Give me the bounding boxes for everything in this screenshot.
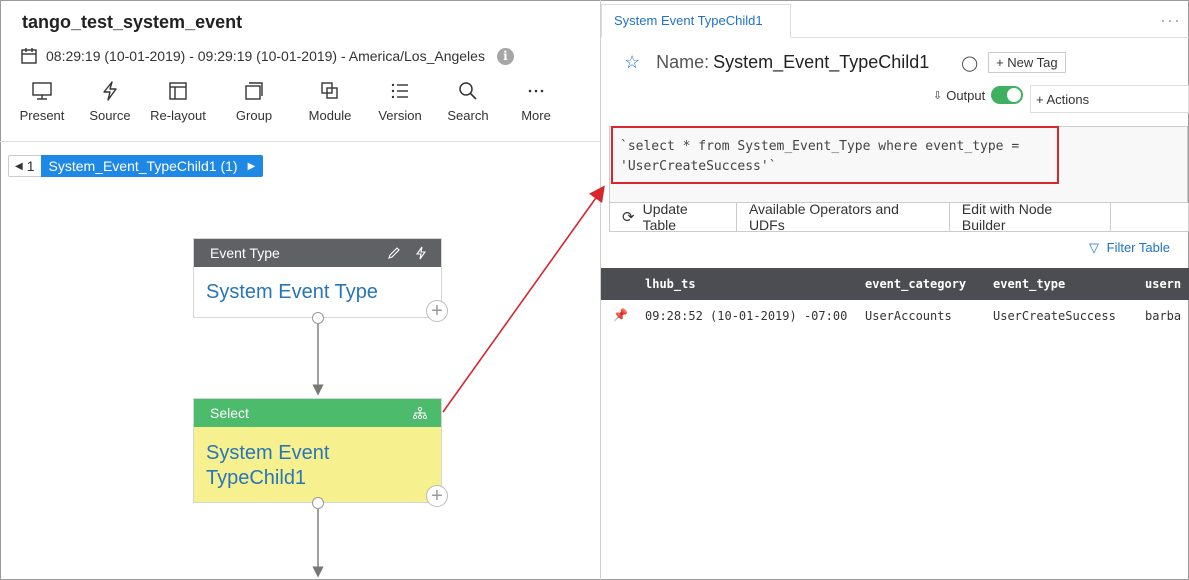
hierarchy-icon[interactable] — [413, 407, 427, 419]
new-tag-button[interactable]: + New Tag — [988, 52, 1066, 73]
cell-username: barba — [1145, 309, 1182, 323]
present-button[interactable]: Present — [12, 80, 72, 123]
filter-icon: ▽ — [1089, 240, 1099, 255]
column-header-username[interactable]: usern — [1145, 277, 1181, 291]
relayout-label: Re-layout — [150, 108, 206, 123]
breadcrumb-current[interactable]: System_Event_TypeChild1 (1) ▶ — [40, 155, 264, 177]
group-icon — [245, 82, 263, 100]
cell-lhub-ts: 09:28:52 (10-01-2019) -07:00 — [645, 309, 848, 323]
add-node-button[interactable]: + — [426, 300, 448, 322]
info-icon[interactable]: i — [496, 47, 514, 65]
update-table-button[interactable]: ⟳ Update Table — [609, 201, 737, 233]
output-toggle-row: ⇩ Output — [933, 86, 1024, 104]
node-title-line1: System Event — [206, 442, 330, 464]
page-title: tango_test_system_event — [22, 12, 243, 32]
monitor-icon — [32, 82, 52, 100]
actions-button[interactable]: + Actions — [1030, 85, 1189, 113]
node-builder-button[interactable]: Edit with Node Builder — [949, 201, 1112, 233]
search-label: Search — [447, 108, 489, 123]
node-title: System Event Type — [206, 281, 378, 303]
editor-button-row: ⟳ Update Table Available Operators and U… — [609, 201, 1189, 233]
column-header-event-type[interactable]: event_type — [993, 277, 1065, 291]
more-label: More — [521, 108, 551, 123]
pin-icon[interactable]: 📌 — [613, 308, 628, 322]
bolt-icon[interactable] — [415, 246, 427, 260]
name-value[interactable]: System_Event_TypeChild1 — [713, 52, 929, 73]
group-label: Group — [235, 108, 273, 123]
search-button[interactable]: Search — [438, 80, 498, 123]
table-row[interactable]: 📌 09:28:52 (10-01-2019) -07:00 UserAccou… — [601, 300, 1189, 332]
pencil-icon[interactable] — [387, 246, 401, 260]
module-label: Module — [308, 108, 352, 123]
caret-left-icon: ◀ — [15, 160, 23, 172]
node-header-label: Event Type — [210, 245, 280, 261]
filter-table-label: Filter Table — [1106, 240, 1170, 255]
group-button[interactable]: Group — [216, 80, 292, 123]
node-header-label: Select — [210, 405, 249, 421]
kebab-menu-icon[interactable]: ··· — [1160, 10, 1181, 31]
column-header-lhub-ts[interactable]: lhub_ts — [645, 277, 696, 291]
breadcrumb-number: 1 — [26, 158, 35, 174]
more-icon — [528, 89, 544, 93]
breadcrumb[interactable]: ◀ 1 System_Event_TypeChild1 (1) ▶ — [8, 155, 264, 177]
filter-table-link[interactable]: ▽ Filter Table — [1089, 240, 1170, 256]
annotation-highlight-box — [611, 126, 1059, 184]
output-toggle[interactable] — [991, 86, 1024, 104]
layout-icon — [169, 82, 187, 100]
refresh-icon: ⟳ — [622, 209, 635, 226]
breadcrumb-back[interactable]: ◀ 1 — [8, 155, 41, 177]
name-row: ☆ Name: System_Event_TypeChild1 ◯ + New … — [624, 52, 1066, 73]
star-icon[interactable]: ☆ — [624, 52, 640, 73]
tab-system-event-typechild1[interactable]: System Event TypeChild1 — [601, 4, 791, 38]
column-header-event-category[interactable]: event_category — [865, 277, 966, 291]
operators-udfs-button[interactable]: Available Operators and UDFs — [736, 201, 950, 233]
time-range-row[interactable]: 08:29:19 (10-01-2019) - 09:29:19 (10-01-… — [20, 47, 514, 65]
caret-right-icon: ▶ — [247, 160, 256, 172]
node-title: System Event TypeChild1 — [194, 427, 441, 505]
bolt-icon — [103, 81, 117, 101]
detail-tabstrip: System Event TypeChild1 ··· — [601, 4, 1189, 38]
toolbar: Present Source Re-layout Group Module Ve… — [12, 80, 574, 123]
table-header: lhub_ts event_category event_type usern — [601, 268, 1189, 300]
cell-event-category: UserAccounts — [865, 309, 952, 323]
calendar-icon — [21, 48, 37, 64]
add-node-button[interactable]: + — [426, 485, 448, 507]
output-port[interactable] — [312, 312, 324, 324]
update-table-label: Update Table — [642, 201, 688, 233]
version-button[interactable]: Version — [362, 80, 438, 123]
node-event-type[interactable]: Event Type System Event Type — [193, 238, 442, 318]
module-button[interactable]: Module — [300, 80, 360, 123]
name-label: Name: — [656, 52, 710, 72]
source-button[interactable]: Source — [72, 80, 148, 123]
version-label: Version — [378, 108, 422, 123]
node-select[interactable]: Select System Event TypeChild1 — [193, 398, 442, 503]
button-row-spacer — [1111, 203, 1189, 232]
download-icon: ⇩ — [933, 89, 943, 102]
source-label: Source — [89, 108, 131, 123]
relayout-button[interactable]: Re-layout — [148, 80, 208, 123]
more-button[interactable]: More — [498, 80, 574, 123]
tag-icon: ◯ — [961, 54, 979, 72]
present-label: Present — [19, 108, 65, 123]
module-icon — [321, 82, 338, 99]
node-header: Event Type — [194, 239, 441, 267]
toolbar-divider — [0, 141, 600, 142]
time-range-text: 08:29:19 (10-01-2019) - 09:29:19 (10-01-… — [46, 48, 485, 64]
search-icon — [459, 82, 477, 100]
breadcrumb-label: System_Event_TypeChild1 (1) — [48, 158, 238, 174]
node-title-line2: TypeChild1 — [206, 467, 307, 489]
list-icon — [391, 83, 408, 99]
node-header: Select — [194, 399, 441, 427]
output-port[interactable] — [312, 497, 324, 509]
output-label: Output — [946, 87, 986, 103]
cell-event-type: UserCreateSuccess — [993, 309, 1116, 323]
